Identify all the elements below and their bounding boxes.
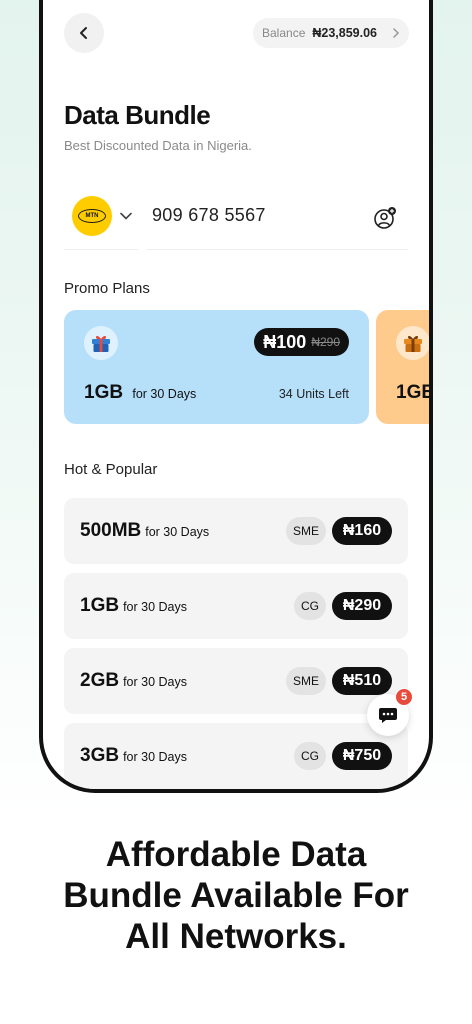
promo-old-price: ₦290 bbox=[311, 335, 340, 349]
mtn-logo-text: MTN bbox=[78, 209, 106, 223]
plan-price-button[interactable]: ₦510 bbox=[332, 667, 392, 695]
page-title: Data Bundle bbox=[64, 100, 211, 130]
gift-icon bbox=[404, 335, 422, 352]
tagline-line: Bundle Available For bbox=[63, 876, 409, 915]
notification-badge: 5 bbox=[395, 688, 413, 706]
back-button[interactable] bbox=[64, 13, 104, 53]
mtn-logo: MTN bbox=[72, 196, 112, 236]
divider bbox=[64, 249, 138, 250]
promo-price: ₦100 bbox=[263, 331, 307, 352]
plan-row[interactable]: 2GB for 30 Days SME ₦510 bbox=[64, 648, 408, 714]
divider bbox=[146, 249, 408, 250]
plan-price-button[interactable]: ₦290 bbox=[332, 592, 392, 620]
plan-price-button[interactable]: ₦160 bbox=[332, 517, 392, 545]
chevron-left-icon bbox=[80, 27, 87, 39]
gift-icon-wrap bbox=[396, 326, 429, 360]
plan-type-badge: CG bbox=[294, 742, 326, 770]
plan-type-badge: SME bbox=[285, 517, 326, 545]
balance-pill[interactable]: Balance ₦23,859.06 bbox=[253, 18, 409, 48]
promo-units-left: 34 Units Left bbox=[278, 387, 349, 401]
promo-card[interactable]: ₦100 ₦290 1GB for 30 Days 34 Units Left bbox=[64, 310, 369, 424]
promo-size-value: 1GB bbox=[84, 382, 124, 403]
plan-size: 1GB for 30 Days bbox=[80, 595, 187, 617]
tagline-line: All Networks. bbox=[125, 917, 347, 956]
plan-row[interactable]: 1GB for 30 Days CG ₦290 bbox=[64, 573, 408, 639]
promo-size: 1GB for 30 Days bbox=[84, 382, 196, 404]
balance-label: Balance bbox=[262, 26, 306, 40]
gift-icon bbox=[92, 335, 110, 352]
contact-book-icon[interactable] bbox=[373, 205, 399, 231]
balance-amount: ₦23,859.06 bbox=[312, 26, 378, 40]
plan-size-value: 500MB bbox=[80, 520, 142, 541]
plan-type-badge: SME bbox=[285, 667, 326, 695]
page-subtitle: Best Discounted Data in Nigeria. bbox=[64, 138, 252, 153]
promo-duration: for 30 Days bbox=[132, 387, 197, 401]
promo-section-title: Promo Plans bbox=[64, 280, 150, 297]
chat-icon bbox=[379, 708, 397, 723]
popular-section-title: Hot & Popular bbox=[64, 461, 158, 478]
plan-size: 3GB for 30 Days bbox=[80, 745, 187, 767]
promo-size-value: 1GB bbox=[396, 382, 433, 403]
plan-size-value: 2GB bbox=[80, 670, 120, 691]
chevron-right-icon bbox=[392, 28, 400, 38]
plan-row[interactable]: 500MB for 30 Days SME ₦160 bbox=[64, 498, 408, 564]
plan-duration: for 30 Days bbox=[145, 525, 210, 539]
chat-button[interactable]: 5 bbox=[367, 688, 413, 736]
promo-price-badge: ₦100 ₦290 bbox=[254, 328, 349, 356]
promo-card[interactable]: 1GB bbox=[376, 310, 433, 424]
app-screen: Balance ₦23,859.06 Data Bundle Best Disc… bbox=[43, 0, 429, 789]
phone-number-input[interactable]: 909 678 5567 bbox=[152, 205, 266, 226]
plan-size: 2GB for 30 Days bbox=[80, 670, 187, 692]
plan-type-badge: CG bbox=[294, 592, 326, 620]
tagline-line: Affordable Data bbox=[105, 835, 367, 874]
plan-duration: for 30 Days bbox=[123, 750, 187, 764]
gift-icon-wrap bbox=[84, 326, 118, 360]
network-selector[interactable]: MTN bbox=[72, 196, 132, 236]
plan-price-button[interactable]: ₦750 bbox=[332, 742, 392, 770]
plan-duration: for 30 Days bbox=[123, 675, 187, 689]
plan-duration: for 30 Days bbox=[123, 600, 187, 614]
plan-size-value: 1GB bbox=[80, 595, 120, 616]
plan-size-value: 3GB bbox=[80, 745, 120, 766]
chevron-down-icon bbox=[120, 212, 132, 220]
plan-row[interactable]: 3GB for 30 Days CG ₦750 bbox=[64, 723, 408, 789]
phone-frame: Balance ₦23,859.06 Data Bundle Best Disc… bbox=[39, 0, 433, 793]
marketing-tagline: Affordable Data Bundle Available For All… bbox=[0, 834, 472, 957]
plan-size: 500MB for 30 Days bbox=[80, 520, 209, 542]
